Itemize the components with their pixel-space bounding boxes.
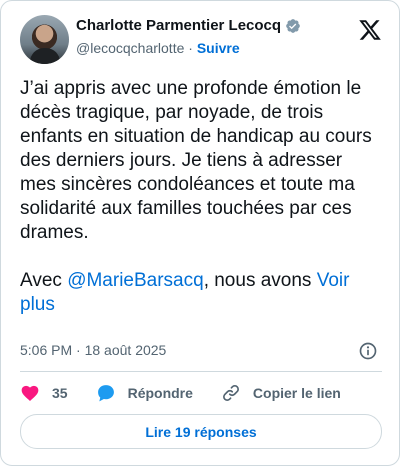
meta-separator: · [76,342,81,358]
reply-bubble-icon [97,385,114,402]
read-replies-label: Lire 19 réponses [145,423,257,440]
copy-link-button[interactable]: Copier le lien [221,383,341,403]
handle-separator: · [188,40,193,56]
tweet-date[interactable]: 18 août 2025 [85,342,167,358]
like-button[interactable]: 35 [20,383,68,403]
copy-link-label: Copier le lien [252,385,341,401]
tweet-meta: 5:06 PM · 18 août 2025 [20,342,382,362]
link-icon [222,385,239,401]
tweet-actions: 35 Répondre Copier le lien [20,381,382,405]
mention-link[interactable]: @MarieBarsacq [67,270,204,291]
author-handle[interactable]: @lecocqcharlotte [76,40,184,56]
reply-label: Répondre [127,385,193,401]
tweet-text: J’ai appris avec une profonde émotion le… [20,77,382,317]
follow-button[interactable]: Suivre [197,40,240,56]
avatar[interactable] [20,15,69,64]
tweet-header: Charlotte Parmentier Lecocq @lecocqcharl… [20,15,382,65]
author-name-row: Charlotte Parmentier Lecocq [76,17,301,34]
verified-badge-icon [286,18,300,33]
x-logo-icon[interactable] [358,18,382,42]
read-replies-button[interactable]: Lire 19 réponses [20,414,382,449]
tweet-card: Charlotte Parmentier Lecocq @lecocqcharl… [0,0,400,466]
heart-icon [21,385,39,401]
tweet-body: J’ai appris avec une profonde émotion le… [20,78,378,243]
like-count: 35 [52,385,68,401]
author-handle-row: @lecocqcharlotte · Suivre [76,40,240,56]
reply-action-button[interactable]: Répondre [96,383,193,403]
author-name[interactable]: Charlotte Parmentier Lecocq [76,17,281,34]
divider [20,371,382,372]
tweet-time[interactable]: 5:06 PM [20,342,72,358]
tweet-second-paragraph-suffix: , nous avons [203,270,317,291]
info-icon[interactable] [358,341,378,361]
tweet-second-paragraph-prefix: Avec [20,270,68,291]
